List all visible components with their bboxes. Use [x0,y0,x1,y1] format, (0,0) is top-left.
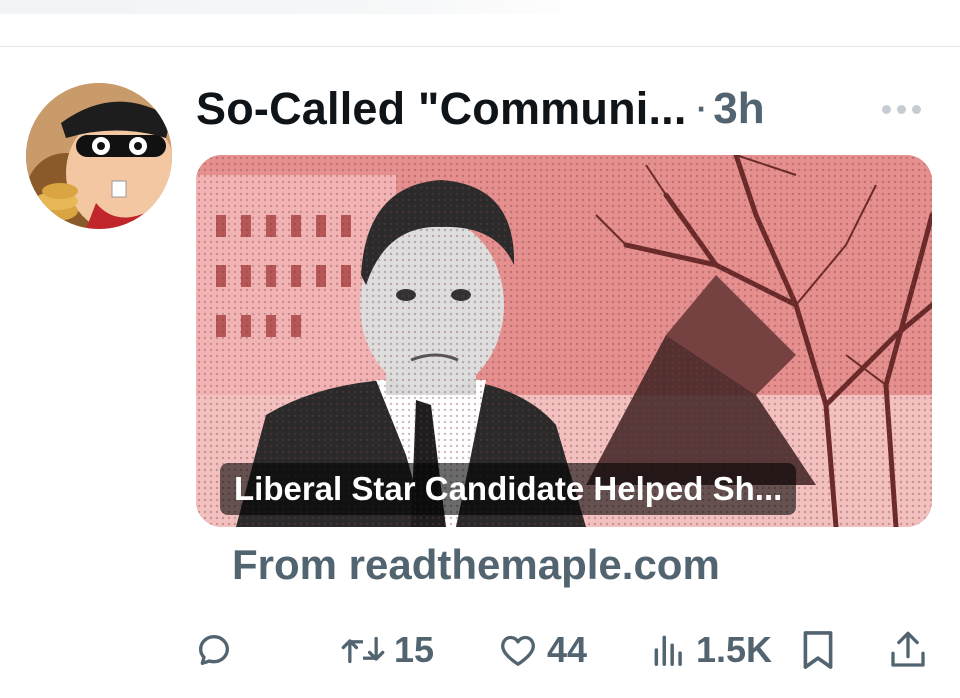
reply-icon [199,635,229,665]
bookmark-icon [803,631,833,669]
action-bar: 15 44 1.5K [0,622,960,678]
link-source[interactable]: From readthemaple.com [232,541,720,589]
like-count: 44 [547,629,588,670]
heart-icon [501,635,535,666]
avatar-image [26,83,172,229]
like-button[interactable]: 44 [497,622,587,678]
views-button[interactable]: 1.5K [650,622,772,678]
more-horizontal-icon[interactable] [882,99,930,119]
top-strip [0,0,600,14]
analytics-icon [654,635,682,666]
tweet-header: So-Called "Communi... · 3h [196,79,765,139]
views-count: 1.5K [696,629,773,670]
separator-dot: · [696,90,708,127]
timestamp[interactable]: 3h [713,84,764,134]
share-icon [891,631,925,667]
top-bar [0,0,960,47]
link-card-headline[interactable]: Liberal Star Candidate Helped Sh... [220,463,797,515]
share-button[interactable] [888,622,928,678]
display-name[interactable]: So-Called "Communi... [196,83,687,135]
retweet-button[interactable]: 15 [340,622,434,678]
reply-button[interactable] [194,622,242,678]
retweet-icon [341,636,385,664]
bookmark-button[interactable] [800,622,836,678]
retweet-count: 15 [394,629,435,670]
avatar[interactable] [26,83,172,229]
tweet[interactable]: So-Called "Communi... · 3h Liberal Star … [0,47,960,698]
